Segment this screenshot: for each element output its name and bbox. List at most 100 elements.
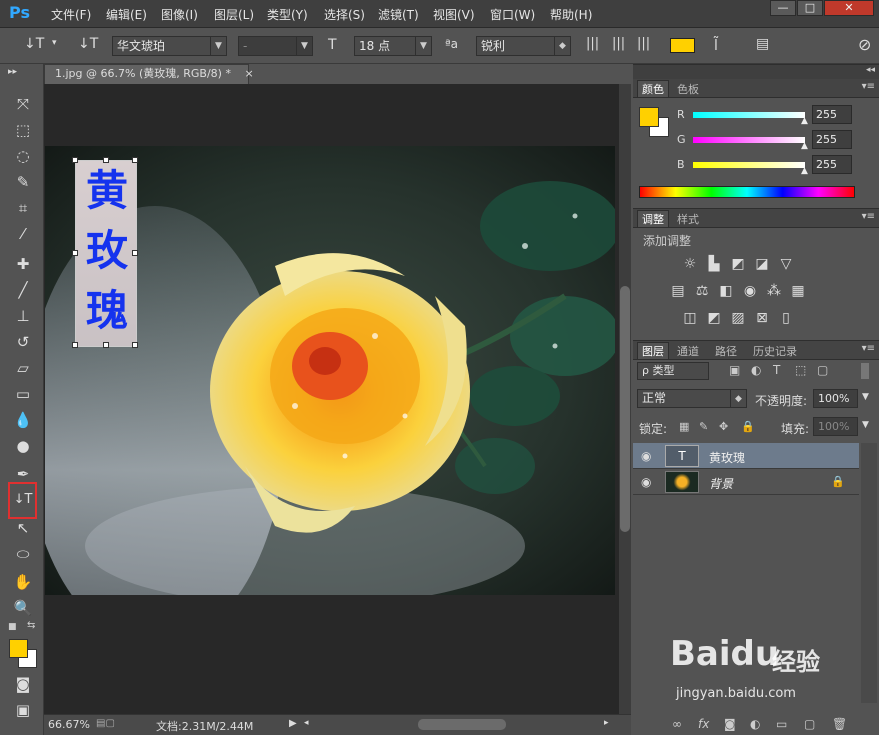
zoom-tool-icon[interactable]: 🔍 (13, 598, 33, 618)
font-family-select[interactable]: 华文琥珀 ▼ (112, 36, 227, 56)
eraser-tool-icon[interactable]: ▱ (13, 358, 33, 378)
pen-tool-icon[interactable]: ✒ (13, 464, 33, 484)
tab-color[interactable]: 颜色 (637, 80, 669, 97)
slider-thumb-icon[interactable]: ▲ (801, 166, 808, 176)
minimize-button[interactable]: — (770, 0, 796, 16)
filter-pixel-icon[interactable]: ▣ (729, 363, 740, 377)
threshold-icon[interactable]: ▨ (729, 309, 747, 327)
tab-styles[interactable]: 样式 (677, 211, 699, 227)
slider-thumb-icon[interactable]: ▲ (801, 116, 808, 126)
text-orientation-icon[interactable]: ↓T (78, 36, 98, 52)
transform-handle[interactable] (72, 342, 78, 348)
layer-name[interactable]: 背景 (709, 475, 733, 492)
color-spectrum-bar[interactable] (639, 186, 855, 198)
close-window-button[interactable]: ✕ (824, 0, 874, 16)
align-center-icon[interactable]: ||| (612, 36, 625, 51)
default-colors-icon[interactable]: ■ (8, 622, 17, 632)
gradient-map-icon[interactable]: ▯ (777, 309, 795, 327)
new-layer-icon[interactable]: ▢ (804, 717, 815, 731)
chevron-down-icon[interactable]: ▼ (862, 420, 869, 430)
red-value-field[interactable]: 255 (812, 105, 852, 124)
exposure-icon[interactable]: ◪ (753, 255, 771, 273)
menu-window[interactable]: 窗口(W) (490, 6, 535, 23)
gradient-tool-icon[interactable]: ▭ (13, 384, 33, 404)
eyedropper-tool-icon[interactable]: ⁄ (13, 224, 33, 244)
maximize-button[interactable]: □ (797, 0, 823, 16)
hue-saturation-icon[interactable]: ▤ (669, 282, 687, 300)
color-lookup-icon[interactable]: ▦ (789, 282, 807, 300)
chevron-down-icon[interactable]: ▾ (52, 38, 57, 48)
blue-slider-track[interactable] (693, 162, 805, 168)
hand-tool-icon[interactable]: ✋ (13, 572, 33, 592)
menu-image[interactable]: 图像(I) (161, 6, 198, 23)
tab-adjustments[interactable]: 调整 (637, 210, 669, 227)
slider-thumb-icon[interactable]: ▲ (801, 141, 808, 151)
filter-type-icon[interactable]: T (773, 363, 780, 377)
adjustment-layer-icon[interactable]: ◐ (750, 717, 760, 731)
lasso-tool-icon[interactable]: ◌ (13, 146, 33, 166)
menu-type[interactable]: 类型(Y) (267, 6, 308, 23)
foreground-color-swatch[interactable] (639, 107, 659, 127)
path-selection-tool-icon[interactable]: ↖ (13, 518, 33, 538)
vertical-scroll-thumb[interactable] (620, 286, 630, 532)
channel-mixer-icon[interactable]: ⁂ (765, 282, 783, 300)
layer-row-background[interactable]: ◉ 背景 🔒 (633, 469, 859, 495)
clone-stamp-tool-icon[interactable]: ⊥ (13, 306, 33, 326)
black-white-icon[interactable]: ◧ (717, 282, 735, 300)
crop-tool-icon[interactable]: ⌗ (13, 198, 33, 218)
transform-handle[interactable] (132, 157, 138, 163)
posterize-icon[interactable]: ◩ (705, 309, 723, 327)
tab-paths[interactable]: 路径 (715, 343, 737, 359)
selective-color-icon[interactable]: ⊠ (753, 309, 771, 327)
foreground-color-swatch[interactable] (9, 639, 28, 658)
fx-icon[interactable]: fx (698, 717, 709, 731)
antialias-select[interactable]: 锐利 ◆ (476, 36, 571, 56)
filter-toggle[interactable] (861, 363, 869, 379)
menu-help[interactable]: 帮助(H) (550, 6, 592, 23)
eye-icon[interactable]: ◉ (641, 449, 651, 463)
green-value-field[interactable]: 255 (812, 130, 852, 149)
screen-mode-icon[interactable]: ▣ (13, 700, 33, 720)
dodge-tool-icon[interactable]: ● (13, 436, 33, 456)
text-color-swatch[interactable] (670, 38, 695, 53)
horizontal-scroll-thumb[interactable] (418, 719, 506, 730)
menu-file[interactable]: 文件(F) (51, 6, 91, 23)
status-menu-arrow-icon[interactable]: ▶ (289, 718, 297, 729)
fill-field[interactable]: 100% (813, 417, 858, 436)
invert-icon[interactable]: ◫ (681, 309, 699, 327)
transform-handle[interactable] (103, 157, 109, 163)
menu-select[interactable]: 选择(S) (324, 6, 365, 23)
marquee-tool-icon[interactable]: ⬚ (13, 120, 33, 140)
align-bottom-icon[interactable]: ||| (637, 36, 650, 51)
font-style-select[interactable]: - ▼ (238, 36, 313, 56)
collapse-panel-icon[interactable]: ◂◂ (866, 65, 875, 75)
menu-edit[interactable]: 编辑(E) (106, 6, 147, 23)
transform-handle[interactable] (72, 157, 78, 163)
red-slider-track[interactable] (693, 112, 805, 118)
swap-colors-icon[interactable]: ⇆ (27, 620, 35, 631)
move-tool-icon[interactable]: ⤧ (13, 94, 33, 114)
transform-handle[interactable] (132, 342, 138, 348)
scroll-left-icon[interactable]: ◂ (304, 718, 309, 728)
layer-row-text[interactable]: ◉ T 黄玫瑰 (633, 443, 859, 469)
vertical-text-box[interactable]: 黄 玫 瑰 (72, 157, 138, 348)
tab-swatches[interactable]: 色板 (677, 81, 699, 97)
add-mask-icon[interactable]: ◙ (724, 717, 736, 731)
history-brush-tool-icon[interactable]: ↺ (13, 332, 33, 352)
delete-layer-icon[interactable]: 🗑 (832, 717, 847, 731)
blue-value-field[interactable]: 255 (812, 155, 852, 174)
transform-handle[interactable] (132, 250, 138, 256)
close-tab-icon[interactable]: × (244, 67, 253, 80)
healing-brush-tool-icon[interactable]: ✚ (13, 254, 33, 274)
collapse-panel-icon[interactable]: ▸▸ (8, 68, 17, 77)
align-top-icon[interactable]: ||| (586, 36, 599, 51)
quick-mask-icon[interactable]: ◙ (13, 674, 33, 694)
layer-name[interactable]: 黄玫瑰 (709, 449, 745, 466)
tab-layers[interactable]: 图层 (637, 342, 669, 359)
vibrance-icon[interactable]: ▽ (777, 255, 795, 273)
panel-menu-icon[interactable]: ▾≡ (862, 81, 875, 92)
blend-mode-select[interactable]: 正常 ◆ (637, 389, 747, 408)
vertical-type-tool-preset-icon[interactable]: ↓T (24, 36, 44, 52)
cancel-icon[interactable]: ⊘ (858, 35, 871, 54)
color-balance-icon[interactable]: ⚖ (693, 282, 711, 300)
